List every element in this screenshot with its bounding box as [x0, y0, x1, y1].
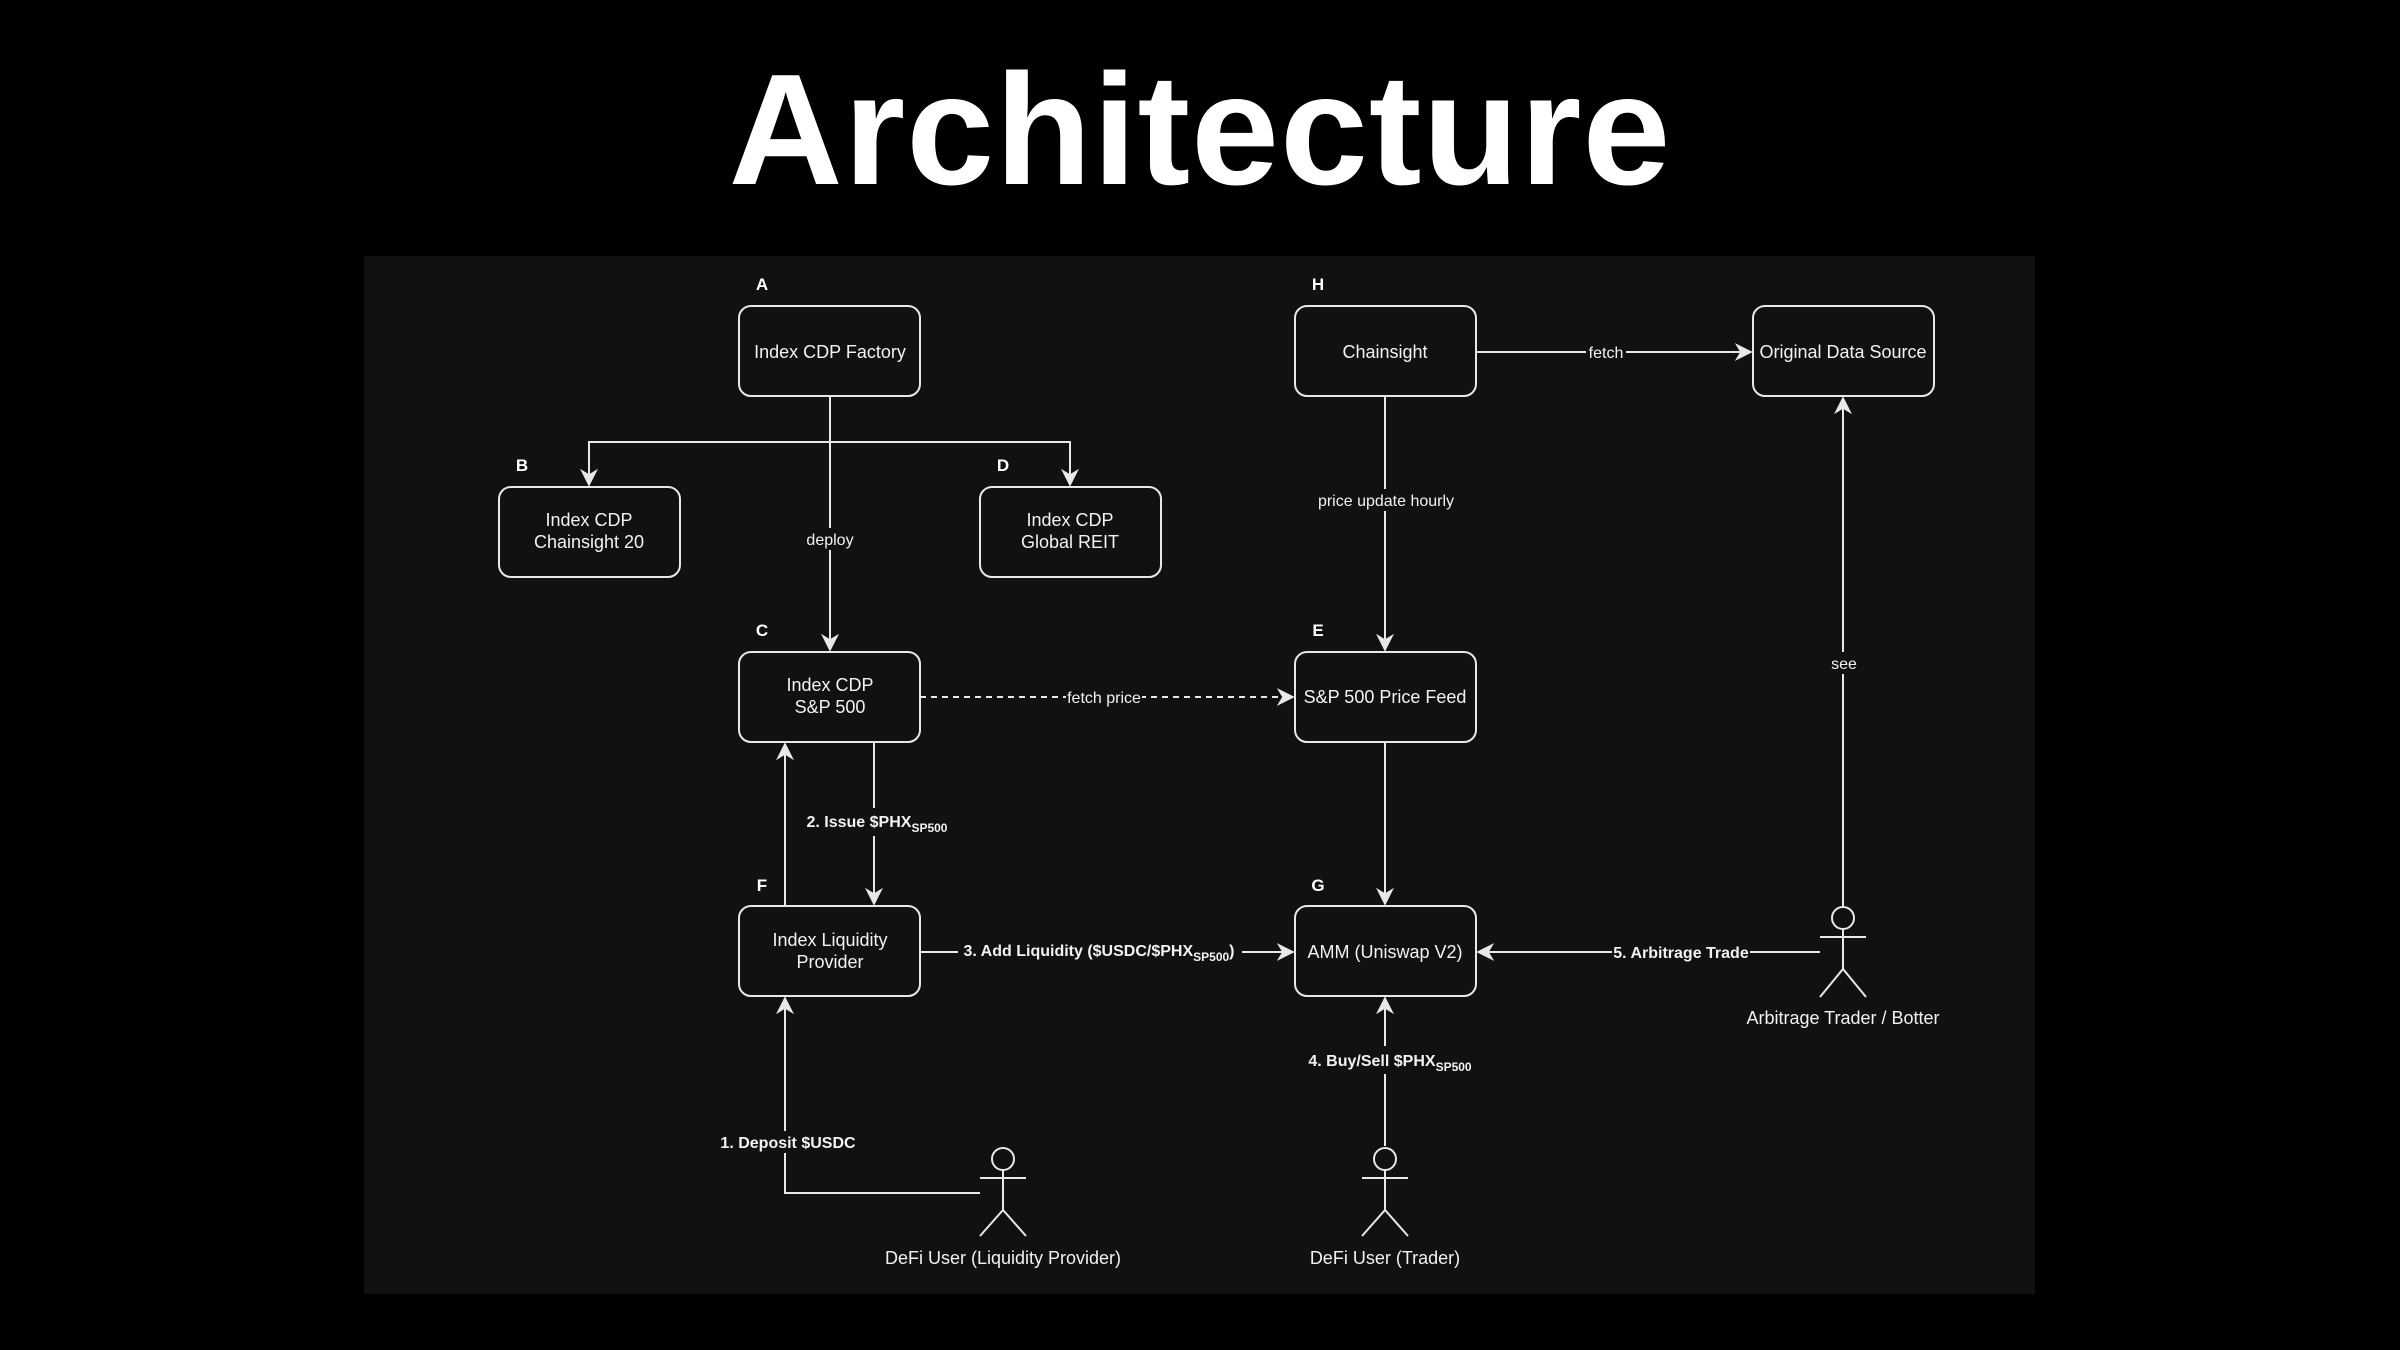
edge-label-see: see [1831, 656, 1857, 673]
actor-label-arb: Arbitrage Trader / Botter [1746, 1008, 1939, 1028]
edge-label-arbitrage: 5. Arbitrage Trade [1613, 945, 1749, 962]
architecture-diagram: deploy price update hourly fetch fetch p… [364, 256, 2035, 1294]
actor-label-trader: DeFi User (Trader) [1310, 1248, 1460, 1268]
node-original-data-source: Original Data Source [1752, 305, 1935, 397]
edge-label-deploy: deploy [806, 532, 853, 549]
svg-text:G: G [1311, 876, 1324, 895]
svg-text:Global REIT: Global REIT [1021, 532, 1119, 552]
svg-text:Provider: Provider [796, 952, 863, 972]
svg-text:Index CDP: Index CDP [545, 510, 632, 530]
svg-text:D: D [997, 456, 1009, 475]
svg-text:B: B [516, 456, 528, 475]
actor-label-lp: DeFi User (Liquidity Provider) [885, 1248, 1121, 1268]
svg-text:Index CDP Factory: Index CDP Factory [754, 342, 906, 362]
svg-text:F: F [757, 876, 767, 895]
edge-label-deposit: 1. Deposit $USDC [720, 1135, 856, 1152]
diagram-panel [364, 256, 2035, 1294]
edge-label-fetch-price: fetch price [1067, 690, 1141, 707]
svg-text:Original Data Source: Original Data Source [1759, 342, 1926, 362]
svg-text:E: E [1312, 621, 1323, 640]
svg-text:Chainsight: Chainsight [1342, 342, 1427, 362]
svg-text:Index CDP: Index CDP [1026, 510, 1113, 530]
svg-text:C: C [756, 621, 768, 640]
svg-text:AMM (Uniswap V2): AMM (Uniswap V2) [1307, 942, 1462, 962]
svg-text:S&P 500: S&P 500 [795, 697, 866, 717]
edge-f-to-g-add-liquidity: 3. Add Liquidity ($USDC/$PHXSP500) [920, 938, 1295, 966]
svg-text:Index Liquidity: Index Liquidity [772, 930, 887, 950]
svg-text:Chainsight 20: Chainsight 20 [534, 532, 644, 552]
svg-text:Index CDP: Index CDP [786, 675, 873, 695]
svg-text:A: A [756, 275, 768, 294]
svg-text:S&P 500 Price Feed: S&P 500 Price Feed [1304, 687, 1467, 707]
edge-label-price-update: price update hourly [1318, 493, 1454, 510]
svg-text:H: H [1312, 275, 1324, 294]
edge-label-fetch: fetch [1589, 345, 1624, 362]
